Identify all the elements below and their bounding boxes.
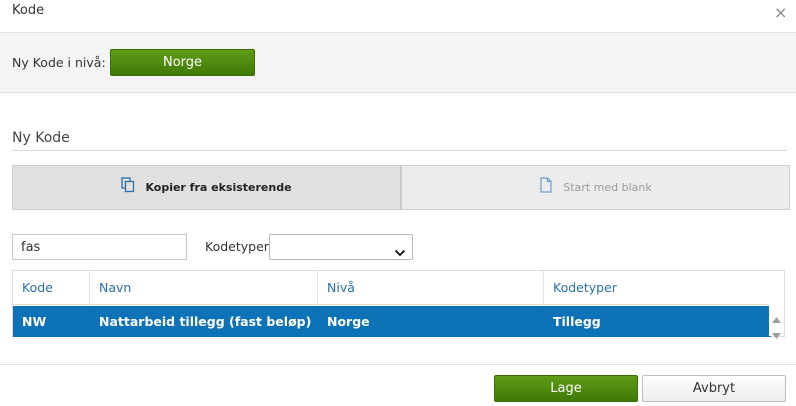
column-header-kode[interactable]: Kode: [13, 271, 90, 305]
results-table: Kode Navn Nivå Kodetyper NW Nattarbeid t…: [12, 270, 785, 339]
create-button[interactable]: Lage: [494, 375, 638, 402]
level-bar: Ny Kode i nivå: Norge: [0, 33, 796, 93]
scroll-down-arrow-icon[interactable]: [772, 324, 781, 339]
mode-tabs: Kopier fra eksisterende Start med blank: [12, 165, 790, 210]
blank-document-icon: [539, 176, 553, 193]
column-header-niva[interactable]: Nivå: [318, 271, 544, 305]
tab-copy-existing-label: Kopier fra eksisterende: [145, 181, 292, 194]
copy-icon: [121, 176, 135, 193]
codetype-filter-label: Kodetyper: [205, 239, 269, 254]
codetype-select[interactable]: [269, 234, 413, 260]
table-scrollbar[interactable]: [769, 271, 784, 339]
search-input[interactable]: [12, 234, 187, 260]
dialog-titlebar: Kode ×: [0, 0, 796, 33]
tab-copy-existing[interactable]: Kopier fra eksisterende: [13, 166, 402, 209]
column-header-kodetyper[interactable]: Kodetyper: [544, 271, 771, 305]
cell-niva: Norge: [327, 314, 370, 329]
cell-navn: Nattarbeid tillegg (fast beløp): [99, 314, 312, 329]
close-icon[interactable]: ×: [774, 5, 787, 21]
footer-divider: [0, 364, 796, 365]
cancel-button[interactable]: Avbryt: [642, 375, 786, 402]
section-divider: [12, 150, 787, 151]
chevron-down-icon: [394, 243, 406, 257]
scroll-up-arrow-icon[interactable]: [772, 308, 781, 323]
section-title: Ny Kode: [12, 130, 70, 146]
column-header-navn[interactable]: Navn: [90, 271, 318, 305]
tab-start-blank[interactable]: Start med blank: [402, 166, 789, 209]
level-button[interactable]: Norge: [110, 49, 255, 76]
level-label: Ny Kode i nivå:: [12, 55, 106, 70]
cell-kodetyper: Tillegg: [553, 314, 601, 329]
tab-start-blank-label: Start med blank: [563, 181, 652, 194]
cell-kode: NW: [22, 314, 47, 329]
table-header: Kode Navn Nivå Kodetyper: [13, 271, 771, 305]
table-row[interactable]: NW Nattarbeid tillegg (fast beløp) Norge…: [13, 306, 771, 337]
dialog-title: Kode: [12, 3, 45, 18]
